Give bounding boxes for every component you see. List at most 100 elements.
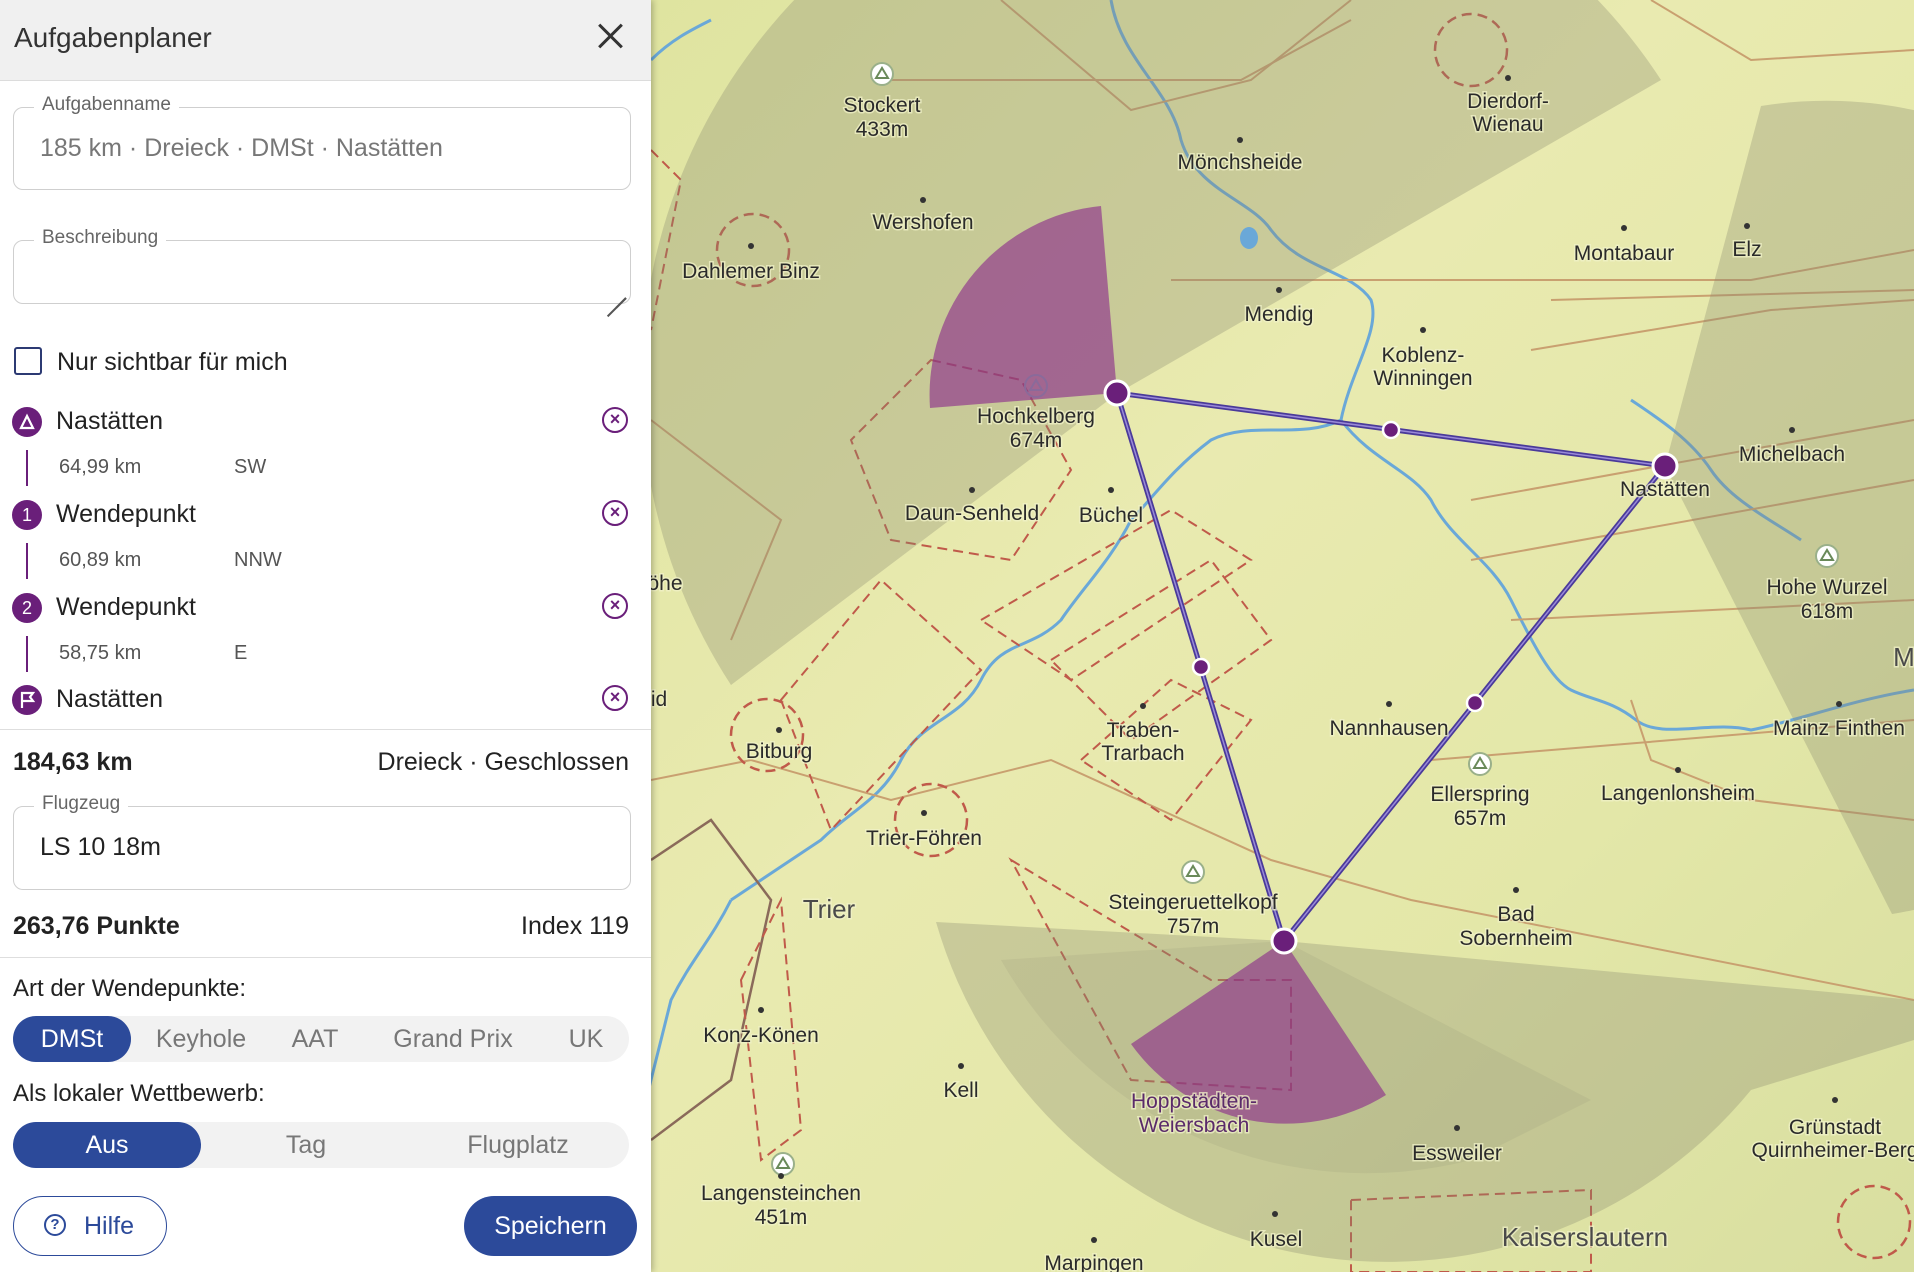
waypoint-number-badge: 1 <box>12 500 42 530</box>
label-traben-2: Trarbach <box>1101 742 1184 765</box>
turnpoint-type-selector[interactable]: DMSt Keyhole AAT Grand Prix UK <box>13 1016 629 1062</box>
label-steingeruettelkopf-elev: 757m <box>1167 915 1220 938</box>
label-gruenstadt: Grünstadt <box>1789 1116 1881 1139</box>
label-wershofen: Wershofen <box>872 211 973 234</box>
label-kell: Kell <box>943 1079 978 1102</box>
label-m: M <box>1893 642 1914 672</box>
label-hoppstaedten-2: Weiersbach <box>1139 1114 1250 1137</box>
waypoint-name: Wendepunkt <box>56 500 196 528</box>
option-keyhole[interactable]: Keyhole <box>141 1016 261 1062</box>
waypoint-name: Nastätten <box>56 407 164 435</box>
leg-distance: 58,75 km <box>59 642 142 664</box>
label-hohe-wurzel-elev: 618m <box>1801 600 1854 623</box>
label-hochkelberg: Hochkelberg <box>977 405 1095 428</box>
map-canvas[interactable]: Stockert 433m Dierdorf- Wienau Mönchshei… <box>651 0 1914 1272</box>
waypoint-name: Nastätten <box>56 685 164 713</box>
label-nastaetten: Nastätten <box>1620 478 1710 501</box>
private-checkbox[interactable] <box>14 347 42 375</box>
label-dahlemer-binz: Dahlemer Binz <box>682 260 820 283</box>
close-icon[interactable] <box>593 18 629 54</box>
label-dierdorf: Dierdorf- <box>1467 90 1549 113</box>
leg-direction: SW <box>234 456 267 478</box>
aircraft-value[interactable]: LS 10 18m <box>40 833 161 862</box>
waypoint-number-badge: 2 <box>12 593 42 623</box>
label-trier: Trier <box>803 894 856 924</box>
aircraft-legend: Flugzeug <box>34 793 129 815</box>
option-flugplatz[interactable]: Flugplatz <box>413 1122 623 1168</box>
panel-header: Aufgabenplaner <box>0 0 651 81</box>
label-traben: Traben- <box>1107 719 1180 742</box>
option-aat[interactable]: AAT <box>275 1016 355 1062</box>
start-finish-marker[interactable] <box>1651 452 1679 480</box>
label-kusel: Kusel <box>1250 1228 1303 1251</box>
label-montabaur: Montabaur <box>1574 242 1674 265</box>
label-dierdorf-2: Wienau <box>1472 113 1543 136</box>
remove-waypoint-icon[interactable]: × <box>602 685 628 711</box>
leg-direction: E <box>234 642 248 664</box>
option-dmst[interactable]: DMSt <box>13 1016 131 1062</box>
leg-direction: NNW <box>234 549 282 571</box>
label-gruenstadt-2: Quirnheimer-Berg <box>1752 1139 1914 1162</box>
task-name-value[interactable]: 185 km · Dreieck · DMSt · Nastätten <box>40 134 443 163</box>
remove-waypoint-icon[interactable]: × <box>602 500 628 526</box>
local-competition-label: Als lokaler Wettbewerb: <box>13 1080 265 1107</box>
leg-midpoint-handle[interactable] <box>1191 657 1211 677</box>
save-button[interactable]: Speichern <box>464 1196 637 1256</box>
label-stockert-elev: 433m <box>856 118 909 141</box>
label-michelbach: Michelbach <box>1739 443 1845 466</box>
label-bad-sobernheim-2: Sobernheim <box>1459 927 1572 950</box>
help-button[interactable]: ? Hilfe <box>13 1196 167 1256</box>
resize-handle-icon[interactable] <box>604 277 626 299</box>
remove-waypoint-icon[interactable]: × <box>602 593 628 619</box>
label-kaiserslautern: Kaiserslautern <box>1502 1222 1668 1252</box>
label-bad-sobernheim: Bad <box>1497 903 1534 926</box>
turnpoint-type-label: Art der Wendepunkte: <box>13 975 247 1002</box>
label-langenlonsheim: Langenlonsheim <box>1601 782 1755 805</box>
option-uk[interactable]: UK <box>553 1016 619 1062</box>
label-ellerspring-elev: 657m <box>1454 807 1507 830</box>
waypoint-finish[interactable]: Nastätten × <box>12 681 632 721</box>
label-konz: Konz-Könen <box>703 1024 819 1047</box>
aircraft-field[interactable]: Flugzeug LS 10 18m <box>13 793 631 890</box>
label-moenchsheide: Mönchsheide <box>1178 151 1303 174</box>
remove-waypoint-icon[interactable]: × <box>602 407 628 433</box>
divider <box>0 729 651 730</box>
leg-midpoint-handle[interactable] <box>1381 420 1401 440</box>
waypoint-leg: 64,99 km SW <box>26 450 528 486</box>
waypoint-start[interactable]: Nastätten × <box>12 403 632 443</box>
map-view[interactable]: Stockert 433m Dierdorf- Wienau Mönchshei… <box>651 0 1914 1272</box>
total-distance: 184,63 km <box>13 748 133 776</box>
task-name-field[interactable]: Aufgabenname 185 km · Dreieck · DMSt · N… <box>13 94 631 190</box>
label-trier-foehren: Trier-Föhren <box>866 827 982 850</box>
waypoint-leg: 58,75 km E <box>26 636 528 672</box>
label-bitburg: Bitburg <box>746 740 813 763</box>
waypoint-1[interactable]: 1 Wendepunkt × <box>12 496 632 536</box>
waypoint-2[interactable]: 2 Wendepunkt × <box>12 589 632 629</box>
option-aus[interactable]: Aus <box>13 1122 201 1168</box>
label-daun: Daun-Senheld <box>905 502 1039 525</box>
label-hoppstaedten: Hoppstädten- <box>1131 1090 1257 1113</box>
leg-distance: 64,99 km <box>59 456 142 478</box>
label-hochkelberg-elev: 674m <box>1010 429 1063 452</box>
waypoint-leg: 60,89 km NNW <box>26 543 528 579</box>
turnpoint-1-marker[interactable] <box>1103 379 1131 407</box>
option-tag[interactable]: Tag <box>203 1122 409 1168</box>
turnpoint-2-marker[interactable] <box>1270 927 1298 955</box>
description-field[interactable]: Beschreibung <box>13 227 631 304</box>
leg-distance: 60,89 km <box>59 549 142 571</box>
label-hohe-wurzel: Hohe Wurzel <box>1767 576 1888 599</box>
lake <box>1240 227 1258 249</box>
label-mainz-finthen: Mainz Finthen <box>1773 717 1905 740</box>
finish-flag-icon <box>12 685 42 715</box>
local-competition-selector[interactable]: Aus Tag Flugplatz <box>13 1122 629 1168</box>
option-grand-prix[interactable]: Grand Prix <box>383 1016 523 1062</box>
leg-midpoint-handle[interactable] <box>1465 693 1485 713</box>
waypoint-name: Wendepunkt <box>56 593 196 621</box>
help-icon: ? <box>44 1214 66 1236</box>
label-ohe: öhe <box>651 572 683 595</box>
panel-title: Aufgabenplaner <box>14 22 212 53</box>
label-mendig: Mendig <box>1245 303 1314 326</box>
description-legend: Beschreibung <box>34 227 167 249</box>
help-button-label: Hilfe <box>84 1212 135 1240</box>
score-points: 263,76 Punkte <box>13 912 180 940</box>
